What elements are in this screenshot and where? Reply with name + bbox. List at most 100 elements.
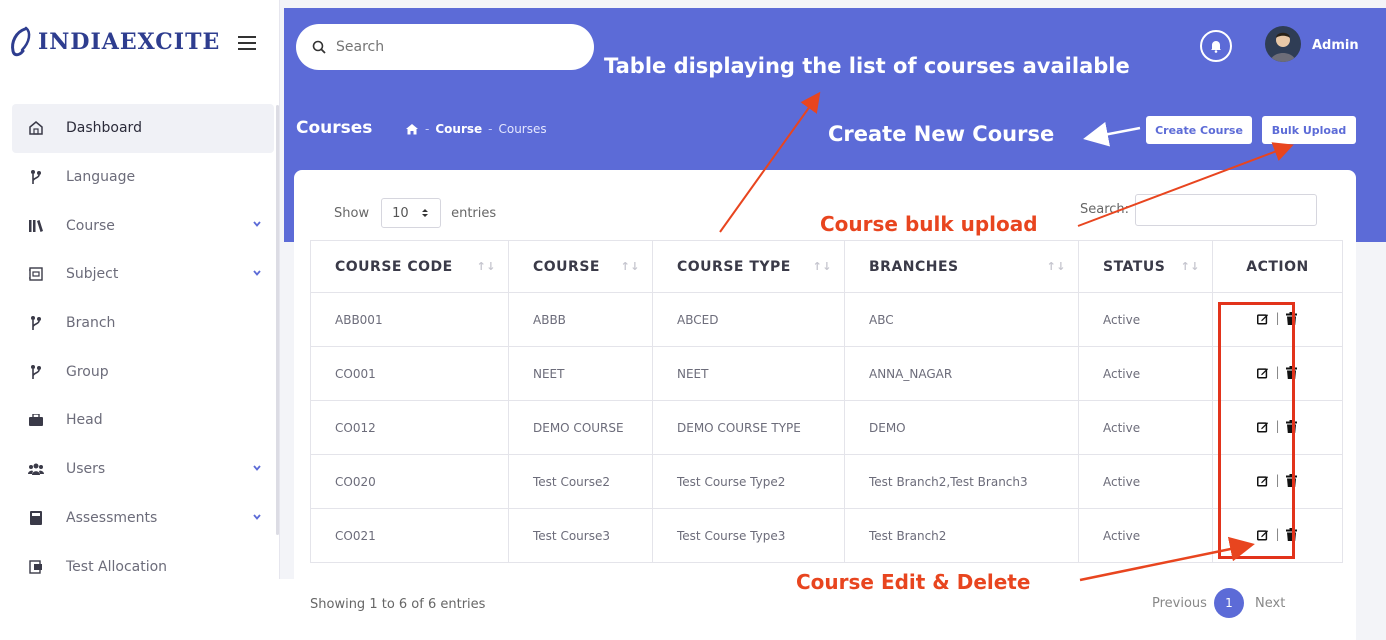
table-cell: Test Branch2 — [844, 508, 1079, 563]
briefcase-icon — [28, 412, 44, 428]
table-cell: Test Branch2,Test Branch3 — [844, 454, 1079, 509]
sidebar-scrollbar[interactable] — [276, 105, 279, 535]
chevron-down-icon[interactable] — [252, 463, 262, 473]
chevron-down-icon[interactable] — [252, 219, 262, 229]
table-cell: NEET — [652, 346, 845, 401]
sidebar-item-label: Test Allocation — [66, 558, 168, 575]
sidebar-item-assessments[interactable]: Assessments — [12, 494, 274, 543]
pagination-info: Showing 1 to 6 of 6 entries — [310, 597, 486, 612]
sidebar-item-label: Language — [66, 169, 136, 186]
table-cell: Active — [1078, 508, 1213, 563]
table-cell: DEMO COURSE TYPE — [652, 400, 845, 455]
sidebar-nav: Dashboard Language Course Subject Branch… — [12, 104, 274, 591]
table-cell: Test Course Type3 — [652, 508, 845, 563]
branch-icon — [28, 315, 44, 331]
table-row: CO021 Test Course3 Test Course Type3 Test B… — [310, 508, 1343, 563]
menu-toggle-icon[interactable] — [238, 36, 256, 50]
table-cell: Active — [1078, 400, 1213, 455]
sidebar-item-users[interactable]: Users — [12, 445, 274, 494]
sidebar-item-subject[interactable]: Subject — [12, 250, 274, 299]
entries-select[interactable]: 10 — [381, 198, 442, 228]
table-search-label: Search: — [1080, 202, 1130, 217]
sidebar-item-language[interactable]: Language — [12, 153, 274, 202]
table-cell: CO020 — [310, 454, 509, 509]
sidebar-item-label: Group — [66, 363, 109, 380]
table-row: CO020 Test Course2 Test Course Type2 Test B… — [310, 454, 1343, 509]
table-cell: DEMO — [844, 400, 1079, 455]
book-icon — [28, 510, 44, 526]
table-cell: Active — [1078, 454, 1213, 509]
column-header-status[interactable]: STATUS ↑↓ — [1078, 240, 1213, 293]
allocation-icon — [28, 559, 44, 575]
table-search-input[interactable] — [1135, 194, 1317, 226]
table-cell: Active — [1078, 346, 1213, 401]
breadcrumb-course[interactable]: Course — [435, 122, 482, 136]
sort-icon: ↑↓ — [476, 260, 496, 273]
page-title: Courses — [296, 118, 373, 138]
user-name[interactable]: Admin — [1312, 38, 1359, 53]
column-header-action: ACTION — [1212, 240, 1343, 293]
subject-icon — [28, 266, 44, 282]
entries-label: entries — [451, 205, 497, 221]
sidebar-item-branch[interactable]: Branch — [12, 299, 274, 348]
global-search[interactable] — [296, 24, 594, 70]
sidebar: INDIAEXCITE Dashboard Language Course Su… — [0, 0, 280, 640]
table-row: ABB001 ABBB ABCED ABC Active | — [310, 292, 1343, 347]
sort-icon: ↑↓ — [1180, 260, 1200, 273]
breadcrumb-separator: - — [488, 122, 493, 136]
sidebar-item-label: Branch — [66, 315, 116, 332]
table-cell: NEET — [508, 346, 653, 401]
breadcrumb-separator: - — [425, 122, 430, 136]
sidebar-item-head[interactable]: Head — [12, 396, 274, 445]
app-root: INDIAEXCITE Dashboard Language Course Su… — [0, 0, 1386, 640]
chevron-down-icon[interactable] — [252, 512, 262, 522]
table-cell: Test Course3 — [508, 508, 653, 563]
home-icon[interactable] — [405, 123, 419, 135]
table-cell: CO001 — [310, 346, 509, 401]
table-cell: Active — [1078, 292, 1213, 347]
sidebar-item-label: Users — [66, 461, 106, 478]
users-icon — [28, 461, 44, 477]
table-cell: CO021 — [310, 508, 509, 563]
annotation-edit: Course Edit & Delete — [796, 570, 1031, 594]
show-label: Show — [334, 205, 370, 221]
column-header-course[interactable]: COURSE ↑↓ — [508, 240, 653, 293]
create-course-button[interactable]: Create Course — [1146, 116, 1252, 144]
breadcrumb: - Course - Courses — [405, 122, 547, 136]
table-cell: ABCED — [652, 292, 845, 347]
table-cell: DEMO COURSE — [508, 400, 653, 455]
sidebar-item-label: Subject — [66, 266, 119, 283]
brand-name: INDIAEXCITE — [38, 29, 221, 55]
sidebar-item-group[interactable]: Group — [12, 347, 274, 396]
sidebar-item-test-allocation[interactable]: Test Allocation — [12, 542, 274, 591]
action-highlight-box — [1218, 302, 1295, 559]
pagination-page-1[interactable]: 1 — [1214, 588, 1244, 618]
chevron-down-icon[interactable] — [252, 268, 262, 278]
table-cell: ANNA_NAGAR — [844, 346, 1079, 401]
avatar[interactable] — [1265, 26, 1301, 62]
search-input[interactable] — [336, 39, 556, 55]
table-cell: ABB001 — [310, 292, 509, 347]
entries-control: Show 10 entries — [334, 198, 496, 228]
column-header-course-type[interactable]: COURSE TYPE ↑↓ — [652, 240, 845, 293]
select-arrows-icon — [421, 209, 428, 217]
pagination-next[interactable]: Next — [1255, 596, 1285, 611]
table-cell: CO012 — [310, 400, 509, 455]
column-header-branches[interactable]: BRANCHES ↑↓ — [844, 240, 1079, 293]
bulk-upload-button[interactable]: Bulk Upload — [1262, 116, 1356, 144]
sort-icon: ↑↓ — [1046, 260, 1066, 273]
table-cell: Test Course2 — [508, 454, 653, 509]
sidebar-item-label: Head — [66, 412, 103, 429]
branch-icon — [28, 364, 44, 380]
column-header-course-code[interactable]: COURSE CODE ↑↓ — [310, 240, 509, 293]
sidebar-item-course[interactable]: Course — [12, 201, 274, 250]
sidebar-item-dashboard[interactable]: Dashboard — [12, 104, 274, 153]
pagination-previous[interactable]: Previous — [1152, 596, 1207, 611]
notification-bell-icon[interactable] — [1200, 30, 1232, 62]
brand[interactable]: INDIAEXCITE — [8, 22, 270, 62]
table-cell: ABBB — [508, 292, 653, 347]
dashboard-icon — [28, 120, 44, 136]
table-row: CO012 DEMO COURSE DEMO COURSE TYPE DEMO Acti… — [310, 400, 1343, 455]
brand-logo-icon — [11, 26, 31, 57]
breadcrumb-courses: Courses — [498, 122, 547, 136]
